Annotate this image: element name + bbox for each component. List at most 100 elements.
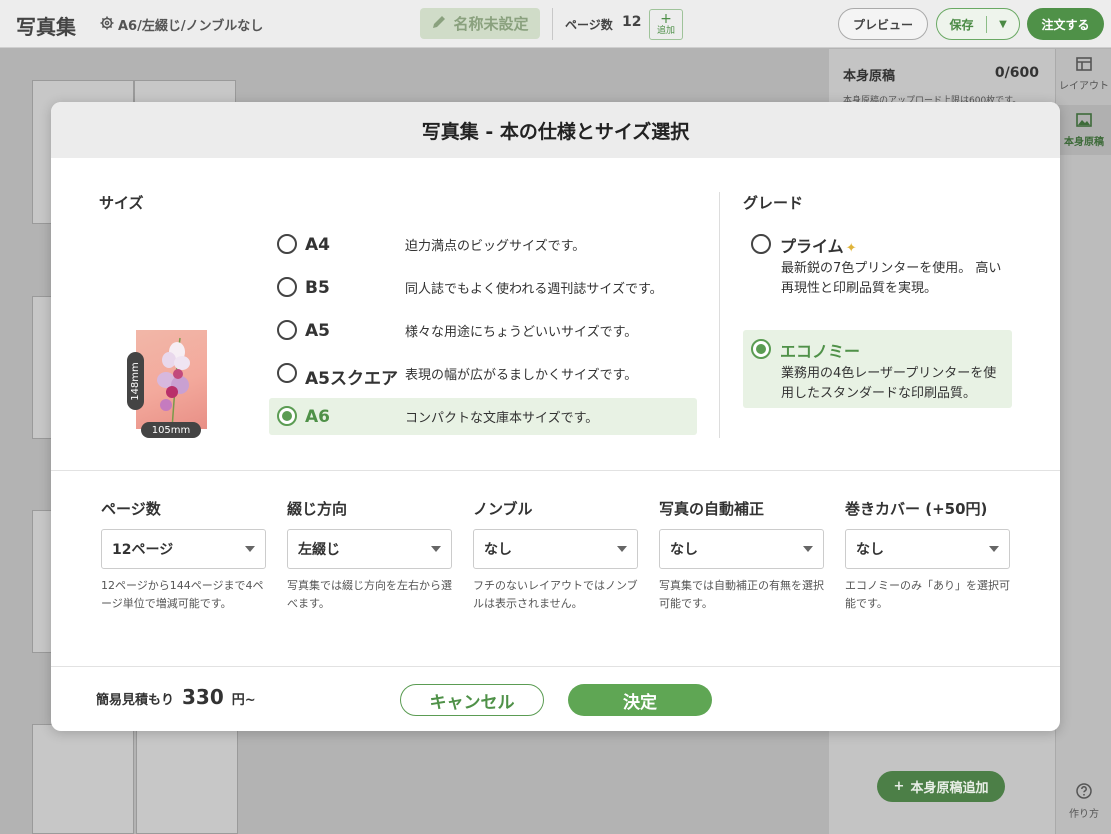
grade-name: プライム ✦ (780, 237, 857, 256)
divider (719, 192, 720, 438)
chevron-down-icon (245, 546, 255, 552)
estimate-unit: 円~ (231, 693, 256, 708)
option-label: ページ数 (101, 500, 161, 518)
option-label: ノンブル (473, 500, 533, 518)
option-binding: 綴じ方向 左綴じ 写真集では綴じ方向を左右から選べます。 (287, 498, 452, 613)
sparkle-icon: ✦ (845, 241, 857, 256)
spec-settings-link[interactable]: A6/左綴じ/ノンブルなし (100, 15, 263, 34)
rail-item-help[interactable]: 作り方 (1056, 776, 1111, 826)
page-thumbnail (136, 724, 238, 834)
option-help: 写真集では自動補正の有無を選択可能です。 (659, 579, 824, 610)
add-manuscript-button[interactable]: + 本身原稿追加 (877, 771, 1005, 802)
height-dimension: 148mm (130, 361, 142, 401)
size-option-a5[interactable]: A5 様々な用途にちょうどいいサイズです。 (269, 312, 697, 349)
select-value: 12ページ (112, 542, 174, 558)
radio-button[interactable] (277, 363, 297, 383)
chevron-down-icon (431, 546, 441, 552)
grade-description: 業務用の4色レーザープリンターを使用したスタンダードな印刷品質。 (781, 366, 997, 401)
book-name-field[interactable]: 名称未設定 (420, 8, 540, 39)
divider (552, 8, 553, 40)
grade-section-label: グレード (743, 194, 804, 212)
plus-icon: + (893, 779, 905, 794)
plus-icon: + (660, 11, 672, 27)
select-value: 左綴じ (298, 542, 340, 558)
option-help: フチのないレイアウトではノンブルは表示されません。 (473, 579, 638, 610)
preview-button[interactable]: プレビュー (838, 8, 928, 40)
manuscript-count: 0/600 (994, 65, 1039, 81)
size-section-label: サイズ (99, 194, 144, 212)
size-description: 同人誌でもよく使われる週刊誌サイズです。 (405, 282, 663, 297)
radio-button-selected[interactable] (277, 406, 297, 426)
spec-size-dialog: 写真集 - 本の仕様とサイズ選択 サイズ 148mm 105mm A4 迫力満点… (51, 102, 1060, 731)
add-page-button[interactable]: + 追加 (649, 9, 683, 40)
grade-option-prime[interactable]: プライム ✦ 最新鋭の7色プリンターを使用。 高い再現性と印刷品質を実現。 (743, 225, 1012, 305)
rail-item-label: レイアウト (1059, 80, 1109, 92)
auto-correct-select[interactable]: なし (659, 529, 824, 569)
size-option-b5[interactable]: B5 同人誌でもよく使われる週刊誌サイズです。 (269, 269, 697, 306)
radio-button[interactable] (277, 234, 297, 254)
radio-button[interactable] (751, 234, 771, 254)
option-label: 綴じ方向 (287, 500, 348, 518)
option-page-count: ページ数 12ページ 12ページから144ページまで4ページ単位で増減可能です。 (101, 498, 266, 613)
size-name: A5スクエア (305, 369, 398, 389)
page-thumbnail (32, 724, 134, 834)
size-name: A5 (305, 321, 330, 341)
confirm-button[interactable]: 決定 (568, 684, 712, 716)
divider (51, 666, 1060, 667)
grade-name: エコノミー (780, 342, 861, 361)
select-value: なし (670, 542, 698, 558)
price-estimate: 簡易見積もり 330 円~ (96, 685, 256, 709)
size-option-a5-square[interactable]: A5スクエア 表現の幅が広がるましかくサイズです。 (269, 355, 697, 392)
book-preview-image (136, 330, 207, 429)
size-name: B5 (305, 278, 330, 298)
option-help: 12ページから144ページまで4ページ単位で増減可能です。 (101, 579, 264, 610)
chevron-down-icon (989, 546, 999, 552)
height-dimension-badge: 148mm (127, 352, 144, 410)
rail-item-layout[interactable]: レイアウト (1056, 49, 1111, 99)
rail-item-manuscript[interactable]: 本身原稿 (1056, 105, 1111, 155)
option-nombre: ノンブル なし フチのないレイアウトではノンブルは表示されません。 (473, 498, 638, 613)
gear-icon (100, 16, 114, 34)
binding-select[interactable]: 左綴じ (287, 529, 452, 569)
top-bar: 写真集 A6/左綴じ/ノンブルなし 名称未設定 ページ数 12 + 追加 プレビ… (0, 0, 1111, 48)
rail-item-label: 本身原稿 (1064, 136, 1104, 148)
size-description: 迫力満点のビッグサイズです。 (405, 239, 586, 254)
page-count-select[interactable]: 12ページ (101, 529, 266, 569)
size-description: 表現の幅が広がるましかくサイズです。 (405, 368, 638, 383)
radio-button[interactable] (277, 320, 297, 340)
help-label: 作り方 (1069, 808, 1099, 820)
page-count-label: ページ数 (565, 18, 613, 32)
select-value: なし (856, 542, 884, 558)
page-thumbnail (32, 510, 52, 653)
size-name: A6 (305, 407, 330, 427)
divider (51, 470, 1060, 471)
width-dimension: 105mm (141, 422, 201, 438)
grade-option-economy[interactable]: エコノミー 業務用の4色レーザープリンターを使用したスタンダードな印刷品質。 (743, 330, 1012, 408)
chevron-down-icon (617, 546, 627, 552)
option-label: 巻きカバー (+50円) (845, 500, 988, 518)
order-button[interactable]: 注文する (1027, 8, 1104, 40)
save-button[interactable]: 保存 ▼ (936, 8, 1020, 40)
nombre-select[interactable]: なし (473, 529, 638, 569)
cover-select[interactable]: なし (845, 529, 1010, 569)
size-option-a6[interactable]: A6 コンパクトな文庫本サイズです。 (269, 398, 697, 435)
size-option-a4[interactable]: A4 迫力満点のビッグサイズです。 (269, 226, 697, 263)
spec-summary: A6/左綴じ/ノンブルなし (118, 19, 264, 34)
page-thumbnail (32, 296, 52, 439)
cancel-button[interactable]: キャンセル (400, 684, 544, 716)
option-cover: 巻きカバー (+50円) なし エコノミーのみ「あり」を選択可能です。 (845, 498, 1010, 613)
option-label: 写真の自動補正 (659, 500, 765, 518)
dialog-title: 写真集 - 本の仕様とサイズ選択 (51, 102, 1060, 158)
estimate-label: 簡易見積もり (96, 693, 175, 708)
radio-button-selected[interactable] (751, 339, 771, 359)
size-description: 様々な用途にちょうどいいサイズです。 (405, 325, 638, 340)
select-value: なし (484, 542, 512, 558)
save-label[interactable]: 保存 (937, 15, 987, 33)
chevron-down-icon[interactable]: ▼ (987, 19, 1019, 30)
manuscript-title: 本身原稿 (843, 69, 896, 84)
image-icon (1076, 112, 1092, 130)
estimate-value: 330 (182, 685, 224, 709)
app-title: 写真集 (16, 15, 76, 39)
radio-button[interactable] (277, 277, 297, 297)
pencil-icon (431, 14, 447, 34)
